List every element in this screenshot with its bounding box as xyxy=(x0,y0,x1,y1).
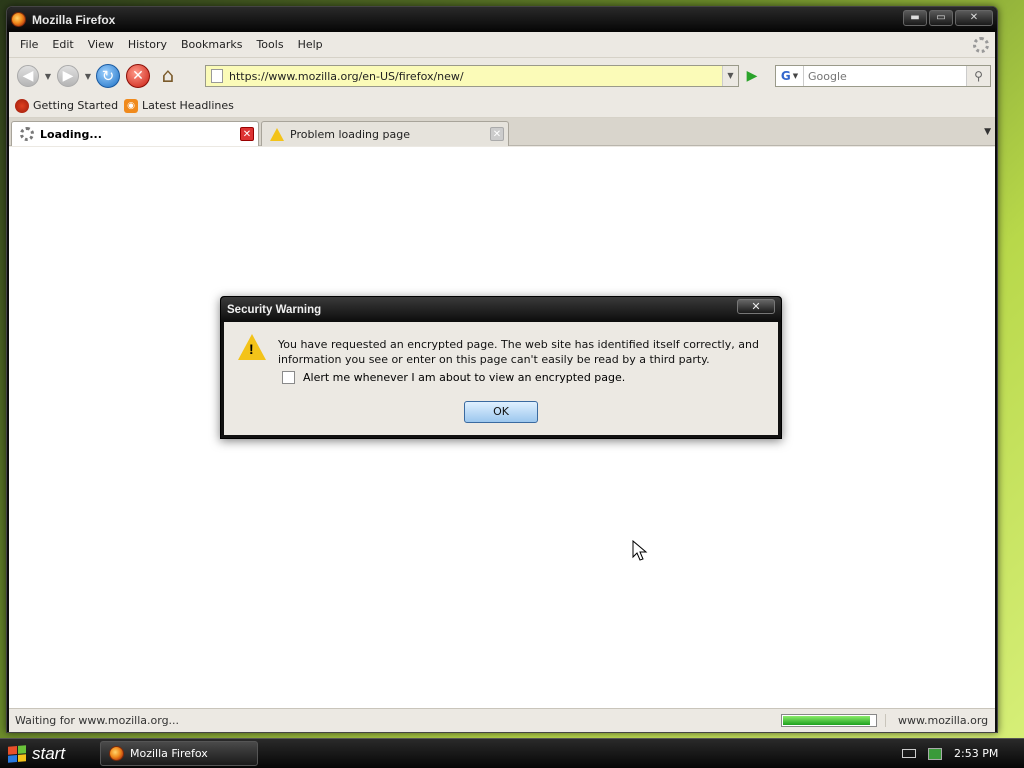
back-arrow-icon: ◀ xyxy=(17,65,39,87)
menu-view[interactable]: View xyxy=(81,38,121,51)
getting-started-icon xyxy=(15,98,29,113)
go-button[interactable]: ▶ xyxy=(743,68,761,84)
menu-bar: File Edit View History Bookmarks Tools H… xyxy=(9,32,995,58)
status-host: www.mozilla.org xyxy=(885,714,995,727)
firefox-icon xyxy=(11,12,26,27)
google-icon: G xyxy=(780,69,791,83)
warning-icon xyxy=(270,127,284,141)
url-bar[interactable]: https://www.mozilla.org/en-US/firefox/ne… xyxy=(205,65,739,87)
dialog-message: You have requested an encrypted page. Th… xyxy=(278,338,759,366)
search-button[interactable]: ⚲ xyxy=(966,66,990,86)
start-button[interactable]: start xyxy=(0,739,92,768)
dialog-close-button[interactable]: ✕ xyxy=(737,299,775,314)
status-text: Waiting for www.mozilla.org... xyxy=(15,714,180,727)
minimize-button[interactable]: ▬ xyxy=(903,10,927,26)
forward-history-dropdown[interactable]: ▼ xyxy=(83,72,93,81)
window-title: Mozilla Firefox xyxy=(32,12,116,27)
back-history-dropdown[interactable]: ▼ xyxy=(43,72,53,81)
home-icon: ⌂ xyxy=(161,63,175,87)
progress-fill xyxy=(783,716,871,725)
activity-throbber-icon xyxy=(973,37,989,53)
alert-checkbox-label: Alert me whenever I am about to view an … xyxy=(303,371,626,384)
reload-button[interactable]: ↻ xyxy=(93,61,123,91)
maximize-button[interactable]: ▭ xyxy=(929,10,953,26)
stop-icon: ✕ xyxy=(126,64,150,88)
exclamation-icon: ! xyxy=(249,341,254,357)
menu-help[interactable]: Help xyxy=(291,38,330,51)
tab-problem-loading[interactable]: Problem loading page ✕ xyxy=(261,121,509,146)
tab-loading[interactable]: Loading... ✕ xyxy=(11,121,259,146)
taskbar: start Mozilla Firefox 2:53 PM xyxy=(0,738,1024,768)
back-button[interactable]: ◀ xyxy=(13,61,43,91)
navigation-toolbar: ◀ ▼ ▶ ▼ ↻ ✕ ⌂ https://www.mozilla.org/en… xyxy=(9,58,995,94)
bookmark-label: Latest Headlines xyxy=(142,99,234,112)
tab-label: Loading... xyxy=(40,127,102,141)
bookmark-latest-headlines[interactable]: ◉ Latest Headlines xyxy=(124,98,234,113)
search-engine-selector[interactable]: G ▼ xyxy=(776,66,804,86)
url-text[interactable]: https://www.mozilla.org/en-US/firefox/ne… xyxy=(229,70,722,83)
alert-checkbox[interactable] xyxy=(282,371,295,384)
search-input[interactable] xyxy=(804,69,966,83)
network-icon[interactable] xyxy=(928,747,942,760)
stop-button[interactable]: ✕ xyxy=(123,61,153,91)
progress-bar xyxy=(781,714,877,727)
tab-list-dropdown-icon[interactable]: ▼ xyxy=(984,127,991,137)
menu-tools[interactable]: Tools xyxy=(249,38,290,51)
close-button[interactable]: ✕ xyxy=(955,10,993,26)
bookmark-label: Getting Started xyxy=(33,99,119,112)
dialog-body: ! You have requested an encrypted page. … xyxy=(224,322,778,435)
keyboard-icon[interactable] xyxy=(902,749,916,758)
reload-icon: ↻ xyxy=(96,64,120,88)
system-tray: 2:53 PM xyxy=(894,739,1024,768)
search-icon: ⚲ xyxy=(974,69,983,83)
firefox-icon xyxy=(109,746,124,761)
bookmarks-toolbar: Getting Started ◉ Latest Headlines xyxy=(9,94,995,118)
window-controls: ▬ ▭ ✕ xyxy=(903,10,993,26)
title-bar[interactable]: Mozilla Firefox ▬ ▭ ✕ xyxy=(7,7,997,32)
url-history-dropdown[interactable]: ▼ xyxy=(722,66,738,86)
status-bar: Waiting for www.mozilla.org... www.mozil… xyxy=(9,708,995,732)
start-label: start xyxy=(32,743,66,763)
tab-close-icon[interactable]: ✕ xyxy=(490,127,504,141)
home-button[interactable]: ⌂ xyxy=(153,61,183,91)
menu-file[interactable]: File xyxy=(13,38,45,51)
loading-spinner-icon xyxy=(20,127,34,141)
bookmark-getting-started[interactable]: Getting Started xyxy=(15,98,119,113)
menu-edit[interactable]: Edit xyxy=(45,38,80,51)
menu-bookmarks[interactable]: Bookmarks xyxy=(174,38,249,51)
menu-history[interactable]: History xyxy=(121,38,174,51)
taskbar-firefox-item[interactable]: Mozilla Firefox xyxy=(100,741,258,766)
task-label: Mozilla Firefox xyxy=(130,747,208,760)
rss-icon: ◉ xyxy=(124,98,139,113)
clock[interactable]: 2:53 PM xyxy=(954,747,998,760)
tab-label: Problem loading page xyxy=(290,127,410,141)
page-icon xyxy=(211,69,223,83)
tab-close-icon[interactable]: ✕ xyxy=(240,127,254,141)
windows-logo-icon xyxy=(8,744,26,763)
search-bar: G▼ ⚲ xyxy=(775,65,991,87)
alert-checkbox-row[interactable]: Alert me whenever I am about to view an … xyxy=(282,371,625,384)
ok-button[interactable]: OK xyxy=(464,401,538,423)
tab-bar: Loading... ✕ Problem loading page ✕ ▼ xyxy=(9,118,995,146)
forward-button[interactable]: ▶ xyxy=(53,61,83,91)
security-warning-dialog: Security Warning ✕ ! You have requested … xyxy=(220,296,782,439)
dialog-title[interactable]: Security Warning xyxy=(221,297,781,322)
forward-arrow-icon: ▶ xyxy=(57,65,79,87)
